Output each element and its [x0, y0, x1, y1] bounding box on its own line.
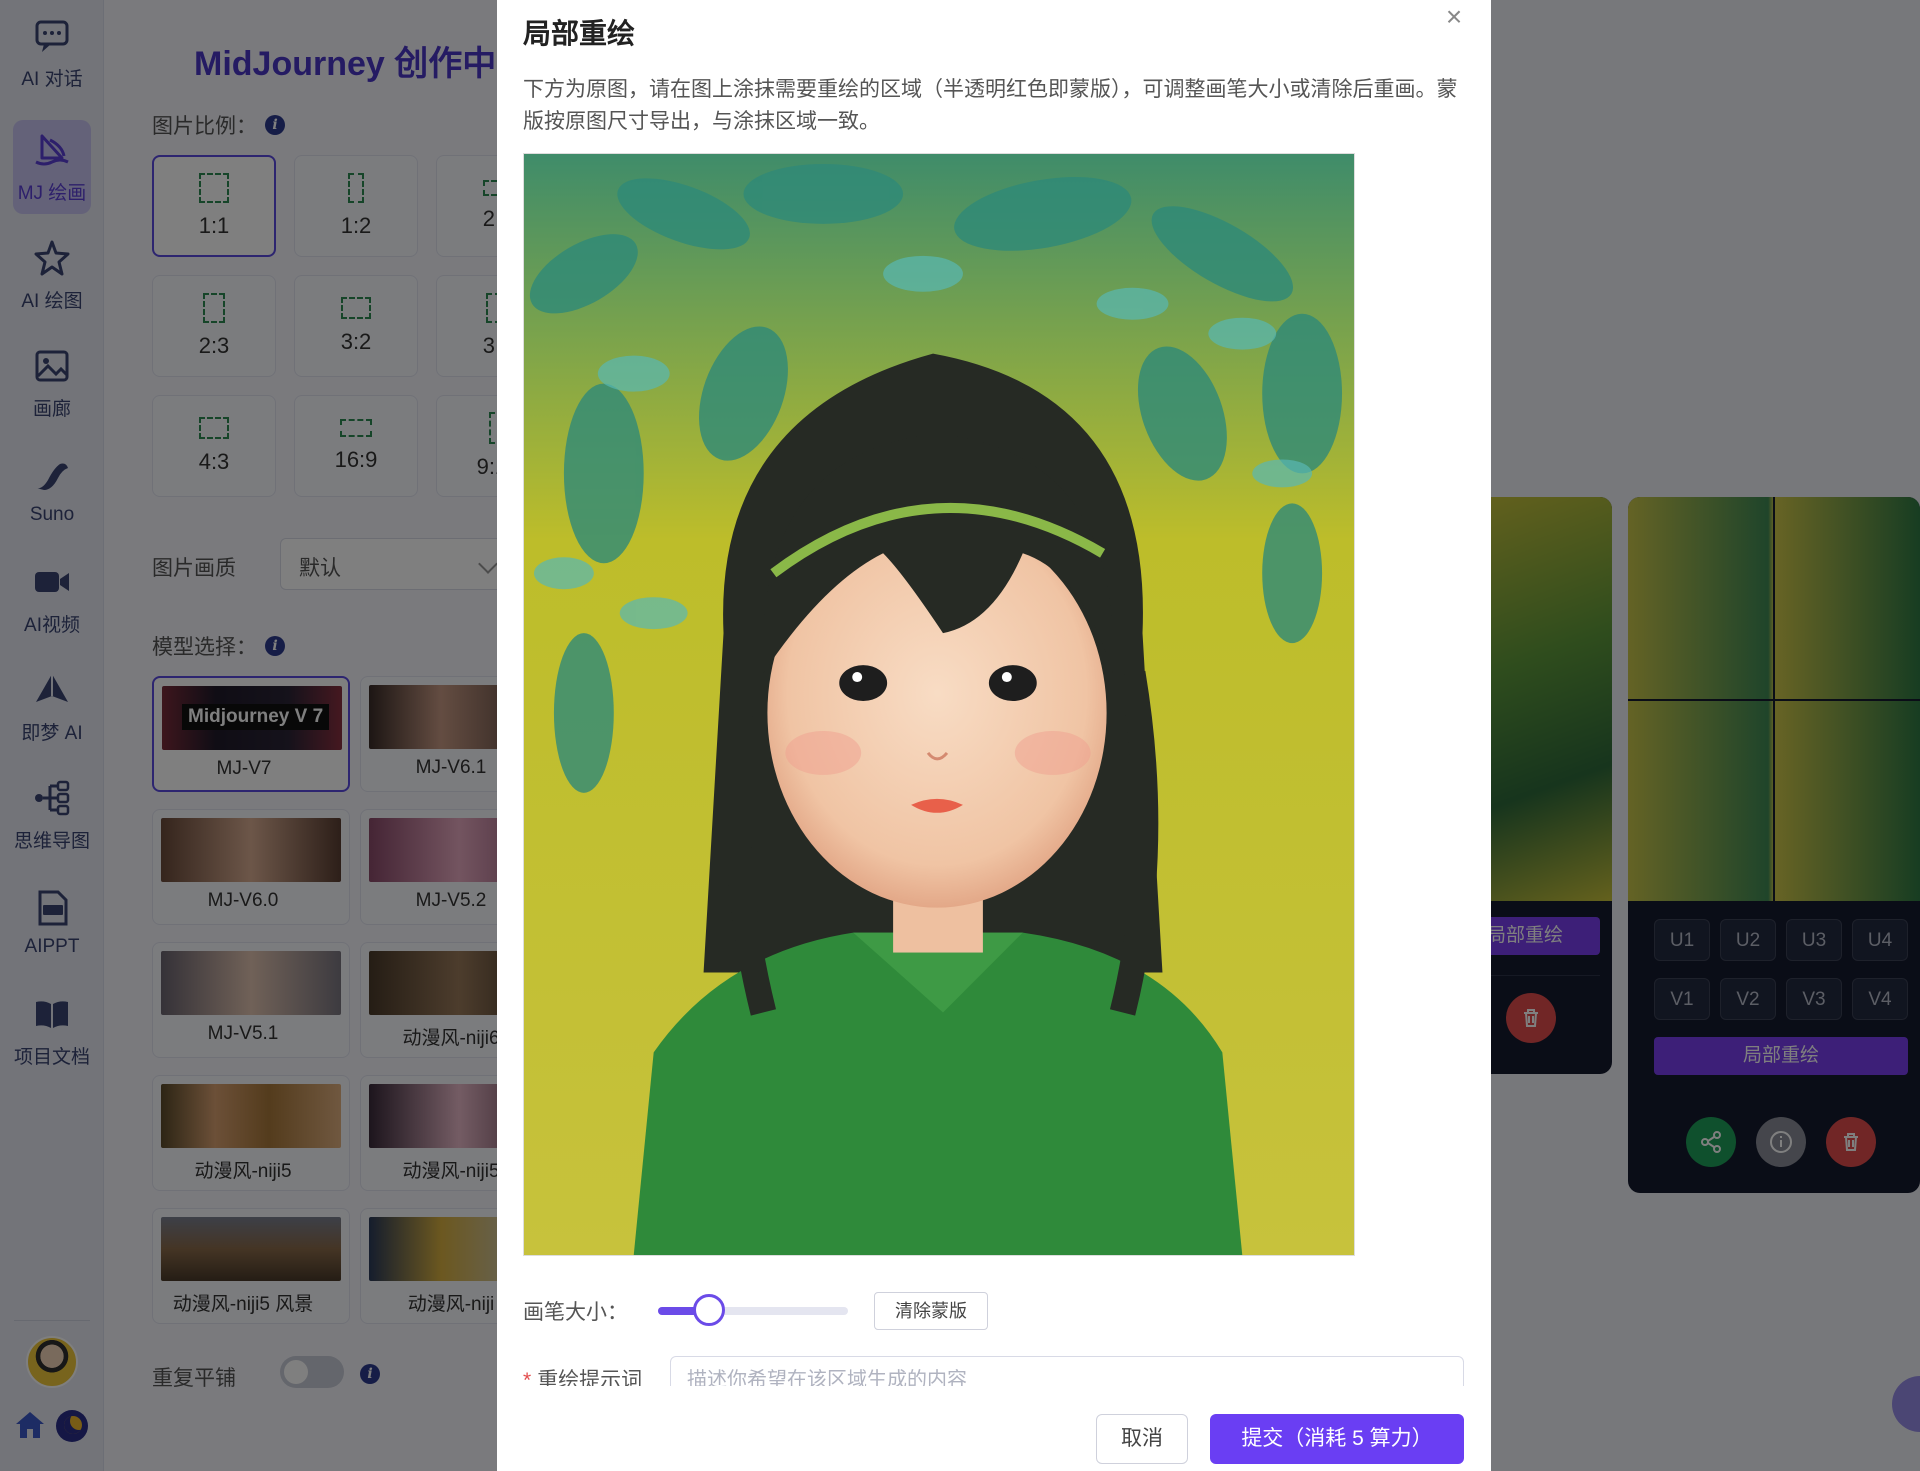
- inpaint-dialog: 局部重绘 × 下方为原图，请在图上涂抹需要重绘的区域（半透明红色即蒙版），可调整…: [497, 0, 1491, 1471]
- brush-size-label: 画笔大小：: [523, 1301, 628, 1324]
- close-icon[interactable]: ×: [1439, 2, 1469, 32]
- submit-button[interactable]: 提交（消耗 5 算力）: [1210, 1414, 1464, 1464]
- brush-size-slider[interactable]: [658, 1307, 848, 1315]
- source-image: [524, 154, 1354, 1255]
- prompt-row: * 重绘提示词: [497, 1350, 1491, 1386]
- required-mark: *: [523, 1369, 532, 1386]
- prompt-label-text: 重绘提示词: [537, 1369, 643, 1386]
- dialog-description: 下方为原图，请在图上涂抹需要重绘的区域（半透明红色即蒙版），可调整画笔大小或清除…: [523, 78, 1458, 133]
- dialog-title: 局部重绘: [523, 18, 636, 49]
- cancel-button[interactable]: 取消: [1096, 1414, 1188, 1464]
- prompt-input[interactable]: [670, 1356, 1464, 1386]
- clear-mask-button[interactable]: 清除蒙版: [874, 1292, 988, 1330]
- prompt-label: * 重绘提示词: [523, 1364, 642, 1386]
- slider-thumb[interactable]: [693, 1294, 726, 1326]
- mask-paint-canvas[interactable]: [523, 153, 1355, 1256]
